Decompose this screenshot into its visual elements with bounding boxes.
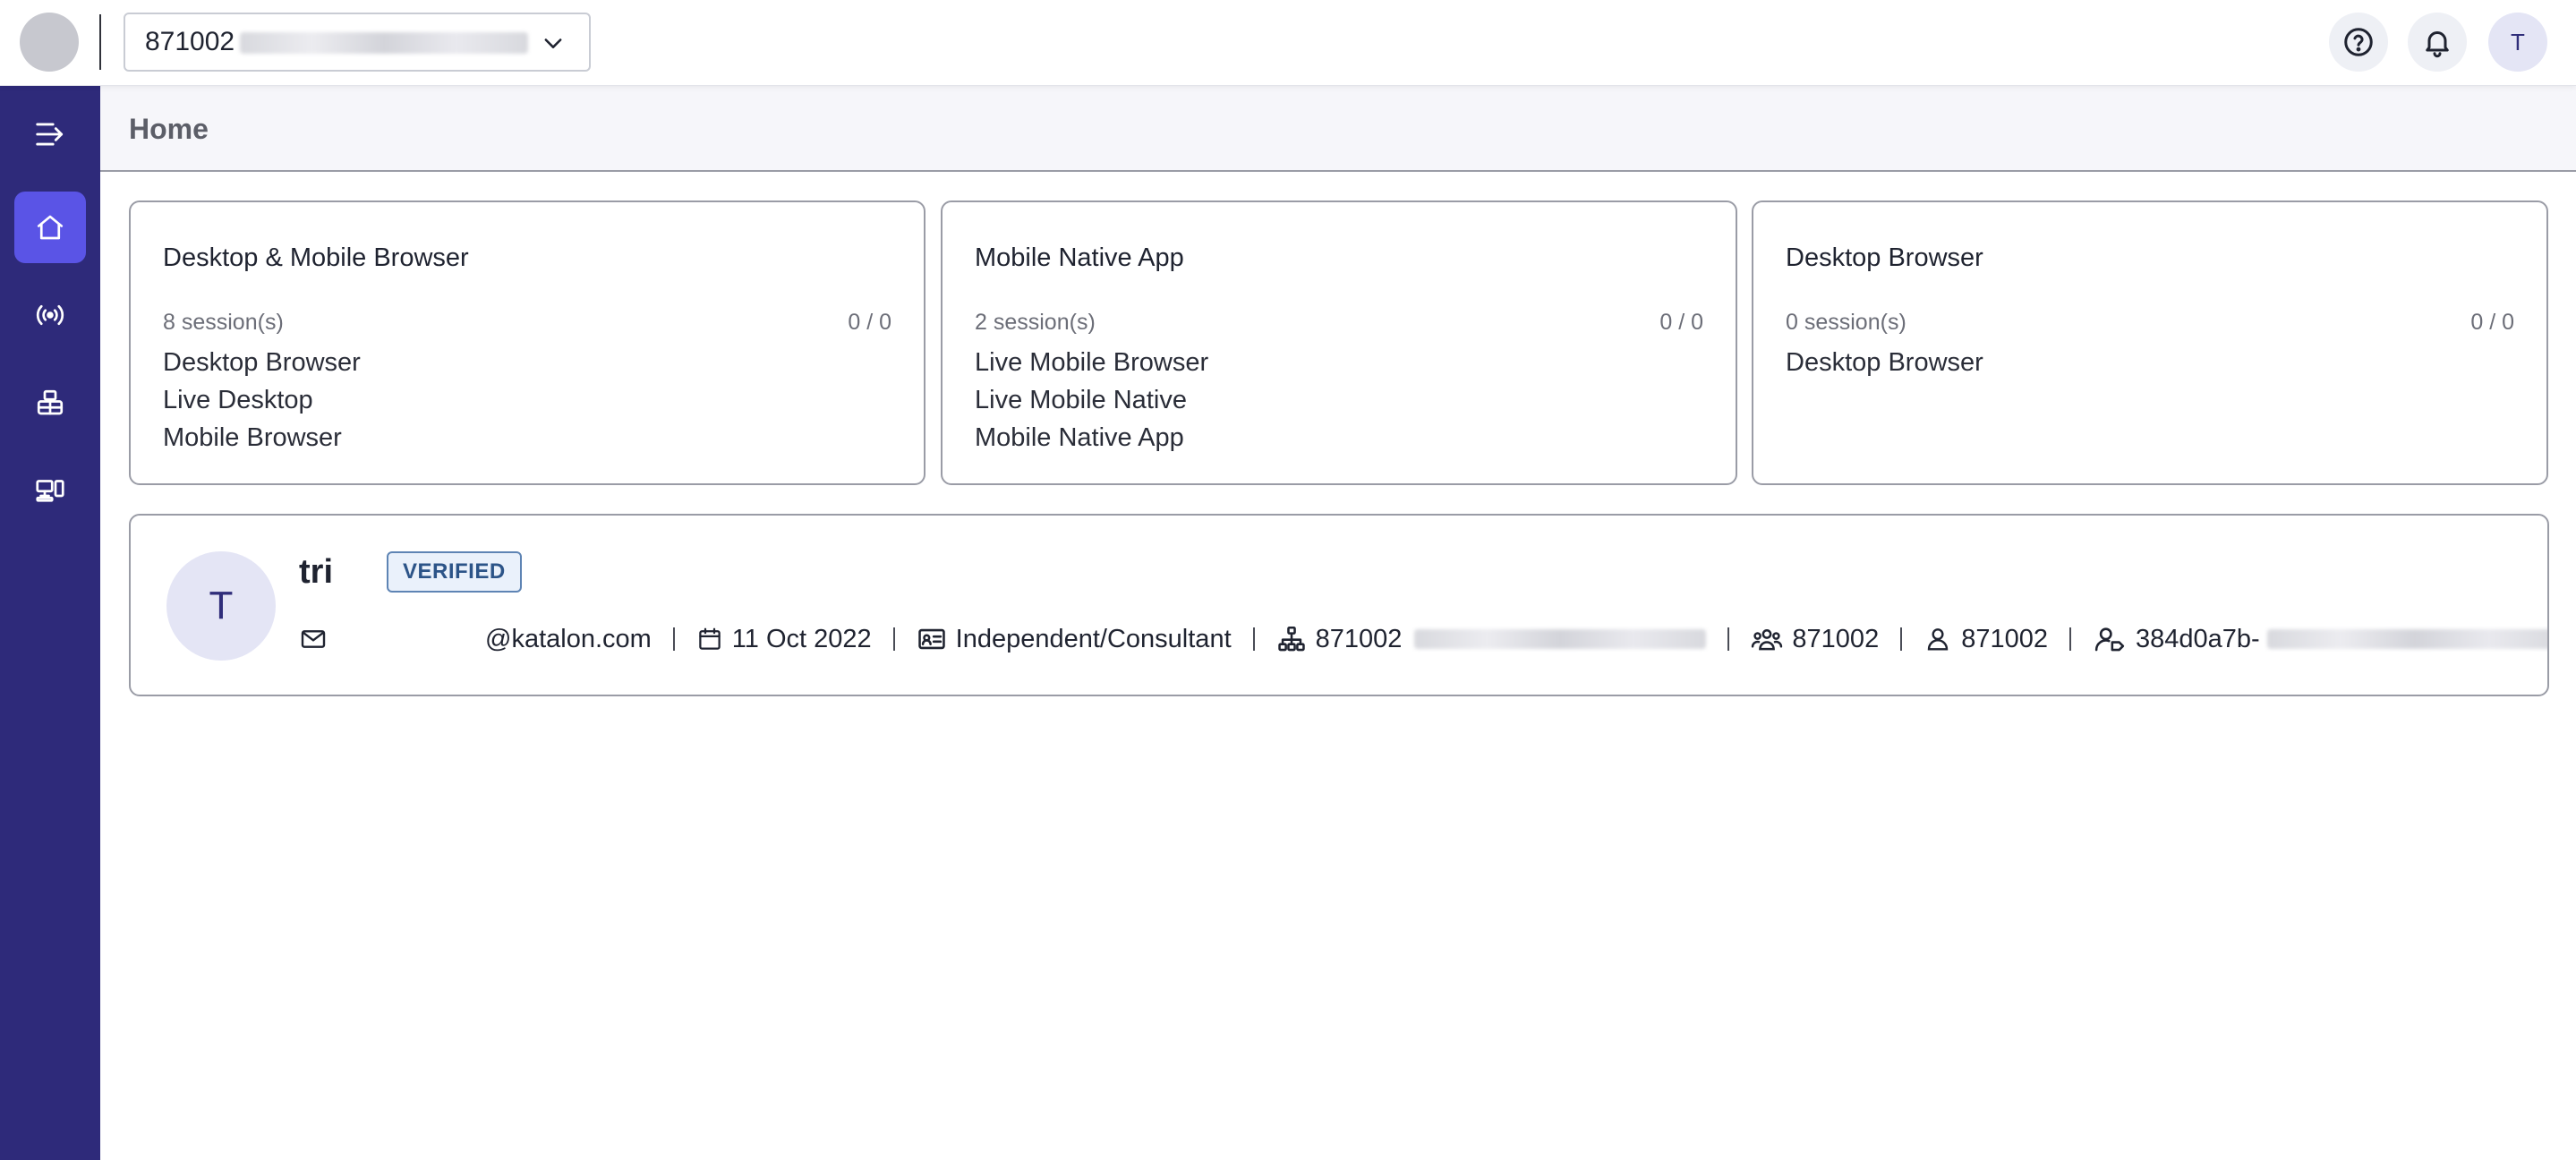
card-item: Mobile Browser: [163, 423, 342, 452]
calendar-icon: [699, 627, 721, 650]
users-group-icon: [1752, 629, 1783, 651]
profile-role: Independent/Consultant: [917, 624, 1232, 654]
profile-name: tri: [299, 553, 333, 591]
profile-joined-date: 11 Oct 2022: [696, 625, 872, 654]
profile-account: 871002: [1923, 625, 2048, 654]
profile-joined-text: 11 Oct 2022: [731, 624, 872, 653]
home-icon: [37, 215, 64, 240]
card-usage-ratio: 0 / 0: [2470, 310, 2514, 335]
meta-separator: [892, 627, 895, 651]
help-circle-icon: [2344, 28, 2373, 56]
chevron-down-icon: [544, 38, 562, 48]
user-tag-icon: [2094, 627, 2125, 652]
card-title: Mobile Native App: [975, 243, 1184, 272]
session-card-mobile-native-app[interactable]: Mobile Native App 2 session(s) 0 / 0 Liv…: [941, 200, 1737, 485]
verified-badge: VERIFIED: [387, 551, 522, 593]
profile-organization: 871002: [1276, 624, 1707, 654]
page-title: Home: [129, 113, 209, 145]
profile-card: T tri VERIFIED @katalon.com 11 Oct 2022 …: [129, 514, 2549, 696]
sidebar-item-devices[interactable]: [14, 455, 86, 526]
card-item: Live Desktop: [163, 386, 313, 414]
card-usage-ratio: 0 / 0: [1659, 310, 1703, 335]
meta-separator: [1252, 627, 1255, 651]
card-item: Live Mobile Browser: [975, 348, 1209, 377]
card-item: Desktop Browser: [163, 348, 361, 377]
card-session-count: 8 session(s): [163, 310, 284, 335]
top-bar: 871002 T: [0, 0, 2576, 86]
card-title: Desktop Browser: [1786, 243, 1983, 272]
session-card-desktop-browser[interactable]: Desktop Browser 0 session(s) 0 / 0 Deskt…: [1752, 200, 2548, 485]
profile-user-id-text: 384d0a7b-: [2135, 624, 2260, 653]
help-button[interactable]: [2329, 13, 2388, 72]
user-avatar[interactable]: T: [2488, 13, 2547, 72]
profile-account-id: 871002: [1961, 624, 2048, 653]
org-hierarchy-icon: [1277, 626, 1305, 652]
session-card-desktop-mobile-browser[interactable]: Desktop & Mobile Browser 8 session(s) 0 …: [129, 200, 925, 485]
redacted-organization-name: [1414, 629, 1707, 649]
meta-separator: [1727, 627, 1730, 651]
devices-icon: [36, 480, 64, 502]
organization-select-value: 871002: [145, 27, 235, 56]
redacted-user-id: [2266, 629, 2547, 649]
profile-team: 871002: [1751, 624, 1879, 654]
redacted-organization-name: [240, 32, 528, 54]
profile-organization-id: 871002: [1315, 624, 1403, 653]
sidebar-toggle-button[interactable]: [14, 98, 86, 170]
bell-icon: [2426, 31, 2449, 58]
sidebar: [0, 86, 100, 1160]
top-divider: [99, 14, 101, 70]
card-title: Desktop & Mobile Browser: [163, 243, 469, 272]
card-session-count: 2 session(s): [975, 310, 1096, 335]
collapse-menu-icon: [36, 123, 64, 146]
sidebar-item-automation[interactable]: [14, 367, 86, 439]
robot-icon: [37, 389, 64, 415]
app-logo[interactable]: [20, 13, 79, 72]
broadcast-icon: [36, 304, 64, 326]
sidebar-item-live-sessions[interactable]: [14, 279, 86, 351]
profile-avatar: T: [166, 551, 276, 661]
card-usage-ratio: 0 / 0: [848, 310, 891, 335]
sidebar-item-home[interactable]: [14, 192, 86, 263]
card-session-count: 0 session(s): [1786, 310, 1906, 335]
mail-icon: [301, 630, 326, 648]
profile-role-text: Independent/Consultant: [955, 624, 1232, 653]
profile-email-domain: @katalon.com: [485, 624, 652, 653]
meta-separator: [672, 627, 675, 651]
profile-meta-row: @katalon.com 11 Oct 2022 Independent/Con…: [299, 621, 2547, 657]
card-item: Desktop Browser: [1786, 348, 1983, 377]
page-header: Home: [100, 86, 2576, 172]
meta-separator: [1900, 627, 1903, 651]
notifications-button[interactable]: [2408, 13, 2467, 72]
meta-separator: [2068, 627, 2071, 651]
profile-email: @katalon.com: [299, 625, 652, 654]
profile-team-id: 871002: [1792, 624, 1880, 653]
user-icon: [1928, 628, 1949, 651]
card-item: Live Mobile Native: [975, 386, 1187, 414]
profile-user-id: 384d0a7b-: [2093, 624, 2547, 654]
card-item: Mobile Native App: [975, 423, 1184, 452]
id-card-icon: [917, 628, 945, 650]
organization-select[interactable]: 871002: [124, 13, 591, 72]
